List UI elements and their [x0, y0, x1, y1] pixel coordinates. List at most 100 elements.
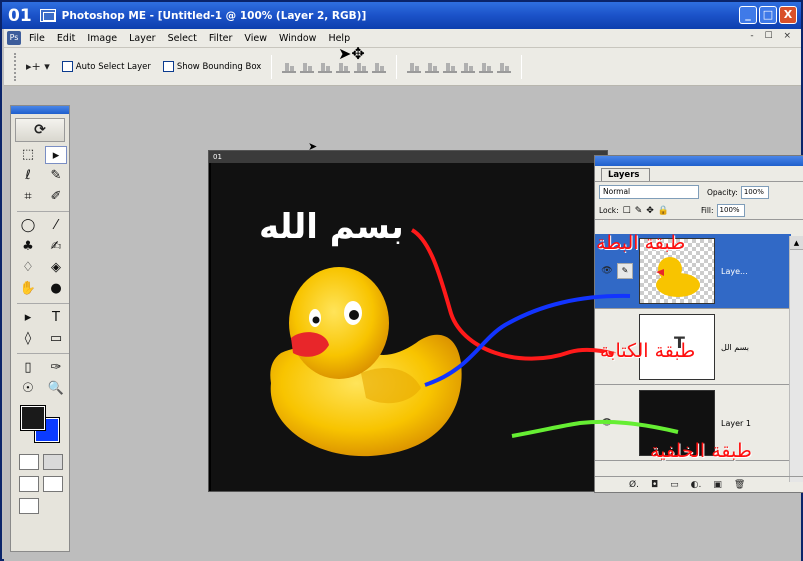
align-top-icon[interactable] [282, 61, 297, 73]
show-bounding-box-checkbox[interactable]: Show Bounding Box [162, 61, 262, 72]
checkbox-box[interactable] [61, 61, 73, 72]
trash-icon[interactable]: 🗑 [734, 480, 745, 490]
blend-mode-select[interactable]: Normal [599, 185, 699, 199]
new-layer-icon[interactable]: ▣ [713, 480, 722, 490]
mask-icon[interactable]: ◘ [651, 480, 658, 490]
dodge-tool-icon[interactable]: ● [45, 280, 67, 298]
maximize-button[interactable]: □ [759, 6, 777, 24]
document-title-bar[interactable]: 01 [209, 151, 607, 163]
brush-tool-icon[interactable]: ⁄ [45, 217, 67, 235]
eye-icon[interactable]: 👁 [599, 415, 615, 431]
crop-tool-icon[interactable]: ⌗ [17, 188, 39, 206]
distribute-right-icon[interactable] [497, 61, 512, 73]
zoom-tool-icon[interactable]: 🔍 [45, 380, 67, 398]
layer-name: بسم الل [721, 342, 749, 352]
rectangle-tool-icon[interactable]: ▭ [45, 330, 67, 348]
auto-select-layer-checkbox[interactable]: Auto Select Layer [61, 61, 151, 72]
palette-title-bar[interactable] [11, 106, 69, 114]
eyedropper-tool-icon[interactable]: ✑ [45, 359, 67, 377]
notes-tool-icon[interactable]: ▯ [17, 359, 39, 377]
menu-edit[interactable]: Edit [51, 33, 81, 44]
pen-tool-icon[interactable]: ◊ [17, 330, 39, 348]
slice-tool-icon[interactable]: ✐ [45, 188, 67, 206]
jump-row [19, 498, 69, 514]
divider [521, 54, 523, 79]
tool-grid: ⬚ ▸ ℓ ✎ ⌗ ✐ ◯ ⁄ ♣ ✍ ♢ ◈ ✋ ● ▸ T ◊ ▭ ▯ ✑ … [17, 146, 69, 398]
menu-help[interactable]: Help [322, 33, 356, 44]
tools-palette: ⟳ ⬚ ▸ ℓ ✎ ⌗ ✐ ◯ ⁄ ♣ ✍ ♢ ◈ ✋ ● ▸ T ◊ ▭ ▯ … [10, 105, 70, 552]
menu-file[interactable]: File [23, 33, 51, 44]
annotation-duck-layer: طبقة البطة [596, 232, 686, 254]
folder-icon[interactable]: ▭ [670, 480, 679, 490]
menu-select[interactable]: Select [162, 33, 203, 44]
history-brush-icon[interactable]: ✍ [45, 238, 67, 256]
edit-mode-buttons [19, 454, 69, 470]
lock-icons[interactable]: ☐✎✥🔒 [623, 206, 673, 216]
type-tool-icon[interactable]: T [45, 309, 67, 327]
jump-to-imageready-button[interactable] [19, 498, 39, 514]
bounding-box-label: Show Bounding Box [176, 61, 262, 72]
layer-style-icon[interactable]: Ø. [629, 480, 639, 490]
align-bottom-icon[interactable] [318, 61, 333, 73]
path-selection-icon[interactable]: ▸ [17, 309, 39, 327]
screen-mode-full-button[interactable] [43, 476, 63, 492]
options-grip-handle[interactable] [14, 52, 18, 81]
align-vcenter-icon[interactable] [300, 61, 315, 73]
magic-wand-tool-icon[interactable]: ✎ [45, 167, 67, 185]
divider [271, 54, 273, 79]
menu-image[interactable]: Image [81, 33, 123, 44]
distribute-hcenter-icon[interactable] [479, 61, 494, 73]
distribute-top-icon[interactable] [407, 61, 422, 73]
menu-bar: Ps File Edit Image Layer Select Filter V… [4, 29, 801, 48]
distribute-vcenter-icon[interactable] [425, 61, 440, 73]
document-canvas[interactable]: بسم الله [211, 163, 607, 491]
checkbox-box[interactable] [162, 61, 174, 72]
screen-mode-standard-button[interactable] [19, 476, 39, 492]
divider [396, 54, 398, 79]
marquee-tool-icon[interactable]: ⬚ [17, 146, 39, 164]
quickmask-mode-button[interactable] [43, 454, 63, 470]
screen-mode-buttons [19, 476, 69, 492]
palette-title-bar[interactable] [595, 156, 803, 166]
minimize-button[interactable]: _ [739, 6, 757, 24]
link-icon[interactable] [617, 415, 633, 431]
blur-tool-icon[interactable]: ✋ [17, 280, 39, 298]
align-right-icon[interactable] [372, 61, 387, 73]
standard-mode-button[interactable] [19, 454, 39, 470]
layers-footer: Ø. ◘ ▭ ◐. ▣ 🗑 [595, 476, 803, 492]
blend-row: Normal Opacity: 100% [595, 182, 803, 202]
move-tool-icon[interactable]: ▸ [45, 146, 67, 164]
brush-link-icon[interactable]: ✎ [617, 263, 633, 279]
healing-brush-icon[interactable]: ◯ [17, 217, 39, 235]
menu-layer[interactable]: Layer [123, 33, 162, 44]
menu-filter[interactable]: Filter [203, 33, 239, 44]
ps-menu-icon[interactable]: Ps [7, 31, 21, 45]
clone-stamp-icon[interactable]: ♣ [17, 238, 39, 256]
distribute-left-icon[interactable] [461, 61, 476, 73]
document-window-controls[interactable]: - ☐ × [750, 31, 795, 41]
title-bar[interactable]: 01 Photoshop ME - [Untitled-1 @ 100% (La… [2, 2, 801, 29]
hand-tool-icon[interactable]: ☉ [17, 380, 39, 398]
menu-window[interactable]: Window [273, 33, 322, 44]
eraser-tool-icon[interactable]: ♢ [17, 259, 39, 277]
paint-bucket-icon[interactable]: ◈ [45, 259, 67, 277]
move-tool-preset-icon[interactable]: ▸+ ▾ [26, 60, 50, 73]
scroll-up-icon[interactable]: ▲ [790, 236, 803, 250]
fill-field[interactable]: 100% [716, 204, 745, 217]
window-controls: _ □ X [739, 6, 797, 24]
lasso-tool-icon[interactable]: ℓ [17, 167, 39, 185]
distribute-bottom-icon[interactable] [443, 61, 458, 73]
divider [17, 353, 69, 354]
foreground-color-swatch[interactable] [20, 405, 46, 431]
eye-icon[interactable]: 👁 [599, 263, 615, 279]
adobe-logo-button[interactable]: ⟳ [15, 118, 65, 142]
menu-view[interactable]: View [238, 33, 273, 44]
adjustment-icon[interactable]: ◐. [691, 480, 702, 490]
close-button[interactable]: X [779, 6, 797, 24]
tab-layers[interactable]: Layers [601, 168, 651, 181]
rubber-duck-image [270, 267, 462, 457]
opacity-field[interactable]: 100% [740, 185, 769, 199]
options-bar: ▸+ ▾ Auto Select Layer Show Bounding Box [4, 48, 801, 86]
divider [17, 303, 69, 304]
layers-scrollbar[interactable]: ▲ [789, 236, 803, 482]
